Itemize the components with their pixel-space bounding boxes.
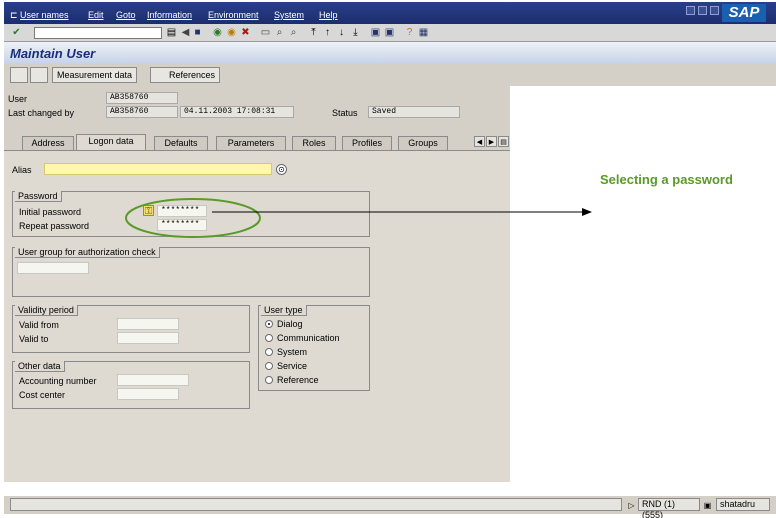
annotation-arrow-head — [582, 208, 592, 216]
sap-window: ⊏ User names Edit Goto Information Envir… — [0, 0, 776, 518]
password-highlight-ellipse — [125, 198, 261, 238]
annotation-overlay — [125, 198, 592, 238]
annotation-label: Selecting a password — [600, 172, 733, 187]
